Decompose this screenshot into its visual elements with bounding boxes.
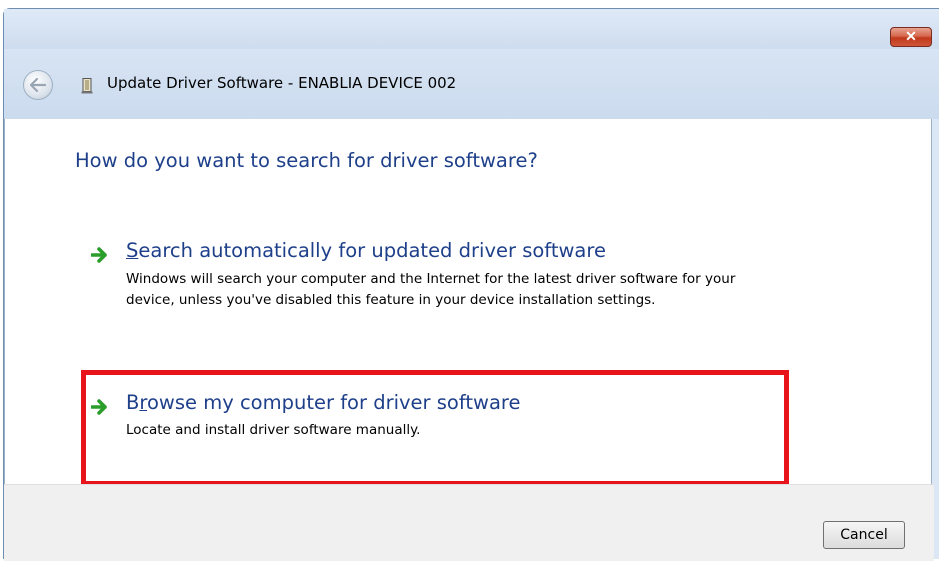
option-description: Windows will search your computer and th…: [126, 271, 736, 308]
option-title-text: earch automatically for updated driver s…: [138, 239, 606, 262]
back-arrow-icon: [30, 78, 46, 92]
green-arrow-icon: [91, 247, 107, 263]
dialog-title: Update Driver Software - ENABLIA DEVICE …: [107, 74, 457, 92]
content-pane: How do you want to search for driver sof…: [4, 119, 932, 486]
device-icon: [81, 78, 93, 94]
update-driver-dialog: ✕ Update Driver Software - ENABLIA DEVIC…: [3, 8, 939, 561]
highlight-box: [81, 370, 789, 486]
close-button[interactable]: ✕: [890, 27, 932, 47]
cancel-button[interactable]: Cancel: [823, 521, 905, 549]
access-key: S: [126, 239, 139, 262]
page-heading: How do you want to search for driver sof…: [75, 149, 538, 172]
navigation-bar: Update Driver Software - ENABLIA DEVICE …: [4, 49, 939, 119]
close-icon: ✕: [905, 28, 917, 44]
back-button[interactable]: [23, 70, 53, 100]
title-bar[interactable]: ✕: [4, 9, 939, 49]
dialog-footer: Cancel: [4, 484, 934, 561]
option-title[interactable]: Search automatically for updated driver …: [126, 239, 606, 262]
